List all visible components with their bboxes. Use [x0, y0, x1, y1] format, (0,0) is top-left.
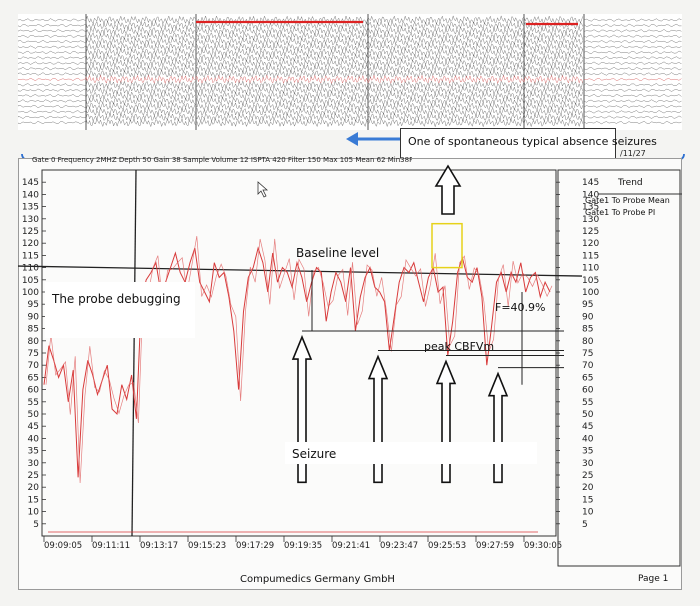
right-y-tick-label: 45 — [582, 422, 593, 432]
probe-debugging-box — [45, 282, 195, 338]
photo-stage: One of spontaneous typical absence seizu… — [0, 0, 700, 606]
seizure-arrow-icon — [435, 359, 457, 484]
x-tick-label: 09:09:05 — [44, 541, 82, 551]
seizure-arrow-icon — [487, 371, 509, 484]
right-y-tick-label: 10 — [582, 508, 594, 518]
x-tick-label: 09:19:35 — [284, 541, 322, 551]
right-y-tick-label: 25 — [582, 471, 593, 481]
y-tick-label: 120 — [22, 239, 39, 249]
right-y-tick-label: 85 — [582, 325, 593, 335]
y-tick-label: 80 — [28, 337, 40, 347]
probe-divider-line — [131, 169, 137, 537]
right-y-tick-label: 65 — [582, 373, 593, 383]
y-tick-label: 115 — [22, 251, 39, 261]
x-tick-label: 09:15:23 — [188, 541, 226, 551]
y-tick-label: 50 — [28, 410, 40, 420]
footer-page: Page 1 — [638, 574, 669, 584]
trend-line-mean: Gate1 To Probe Mean — [585, 196, 670, 205]
right-y-tick-label: 80 — [582, 337, 594, 347]
right-y-tick-label: 20 — [582, 483, 594, 493]
eeg-caption: One of spontaneous typical absence seizu… — [408, 135, 657, 148]
y-tick-label: 25 — [28, 471, 39, 481]
x-tick-label: 09:21:41 — [332, 541, 370, 551]
y-tick-label: 85 — [28, 325, 39, 335]
right-y-tick-label: 100 — [582, 288, 599, 298]
y-tick-label: 95 — [28, 300, 39, 310]
right-y-tick-label: 95 — [582, 300, 593, 310]
y-tick-label: 70 — [28, 361, 40, 371]
y-tick-label: 130 — [22, 215, 39, 225]
y-tick-label: 30 — [28, 459, 40, 469]
y-tick-label: 65 — [28, 373, 39, 383]
seizure-label: Seizure — [292, 447, 337, 461]
y-tick-label: 10 — [28, 508, 40, 518]
y-tick-label: 20 — [28, 483, 40, 493]
y-tick-label: 90 — [28, 312, 40, 322]
x-tick-label: 09:25:53 — [428, 541, 466, 551]
right-y-tick-label: 120 — [582, 239, 599, 249]
trend-line-pi: Gate1 To Probe PI — [585, 208, 656, 217]
right-y-tick-label: 50 — [582, 410, 594, 420]
trend-panel-frame — [557, 169, 681, 567]
cursor-icon — [257, 181, 269, 198]
right-y-tick-label: 145 — [582, 178, 599, 188]
x-tick-label: 09:13:17 — [140, 541, 178, 551]
right-y-tick-label: 110 — [582, 264, 599, 274]
right-y-tick-label: 15 — [582, 495, 593, 505]
y-tick-label: 45 — [28, 422, 39, 432]
y-tick-label: 135 — [22, 203, 39, 213]
x-tick-label: 09:27:59 — [476, 541, 514, 551]
footer-company: Compumedics Germany GmbH — [240, 574, 395, 585]
up-arrow-icon — [434, 164, 462, 215]
left-arrow-icon — [346, 132, 402, 146]
y-tick-label: 35 — [28, 447, 39, 457]
y-tick-label: 125 — [22, 227, 39, 237]
y-tick-label: 55 — [28, 398, 39, 408]
probe-debugging-label: The probe debugging — [52, 292, 181, 306]
x-tick-label: 09:23:47 — [380, 541, 418, 551]
peak-label: peak CBFVm — [424, 340, 495, 353]
x-tick-label: 09:17:29 — [236, 541, 274, 551]
right-y-tick-label: 105 — [582, 276, 599, 286]
y-tick-label: 40 — [28, 434, 40, 444]
right-y-tick-label: 115 — [582, 251, 599, 261]
right-y-tick-label: 40 — [582, 434, 594, 444]
f-value-label: F=40.9% — [495, 301, 546, 314]
date-fragment: /11/27 — [620, 149, 646, 158]
x-tick-label: 09:11:11 — [92, 541, 130, 551]
right-y-tick-label: 30 — [582, 459, 594, 469]
baseline-label: Baseline level — [296, 246, 380, 260]
settings-bar: Gate 0 Frequency 2MHZ Depth 50 Gain 38 S… — [32, 156, 412, 164]
y-tick-label: 140 — [22, 190, 39, 200]
right-y-tick-label: 55 — [582, 398, 593, 408]
y-tick-label: 75 — [28, 349, 39, 359]
y-tick-label: 105 — [22, 276, 39, 286]
highlight-box — [431, 222, 463, 269]
y-tick-label: 5 — [33, 520, 39, 530]
right-y-tick-label: 35 — [582, 447, 593, 457]
right-y-tick-label: 70 — [582, 361, 594, 371]
y-tick-label: 15 — [28, 495, 39, 505]
y-tick-label: 145 — [22, 178, 39, 188]
y-tick-label: 110 — [22, 264, 39, 274]
right-y-tick-label: 125 — [582, 227, 599, 237]
x-tick-label: 09:30:05 — [524, 541, 562, 551]
y-tick-label: 100 — [22, 288, 39, 298]
y-tick-label: 60 — [28, 386, 40, 396]
right-y-tick-label: 60 — [582, 386, 594, 396]
trend-title: Trend — [618, 178, 643, 188]
right-y-tick-label: 75 — [582, 349, 593, 359]
right-y-tick-label: 5 — [582, 520, 588, 530]
right-y-tick-label: 90 — [582, 312, 594, 322]
eeg-strip — [18, 14, 682, 130]
cbfv-trend-chart: 1451401351301251201151101051009590858075… — [18, 164, 682, 567]
